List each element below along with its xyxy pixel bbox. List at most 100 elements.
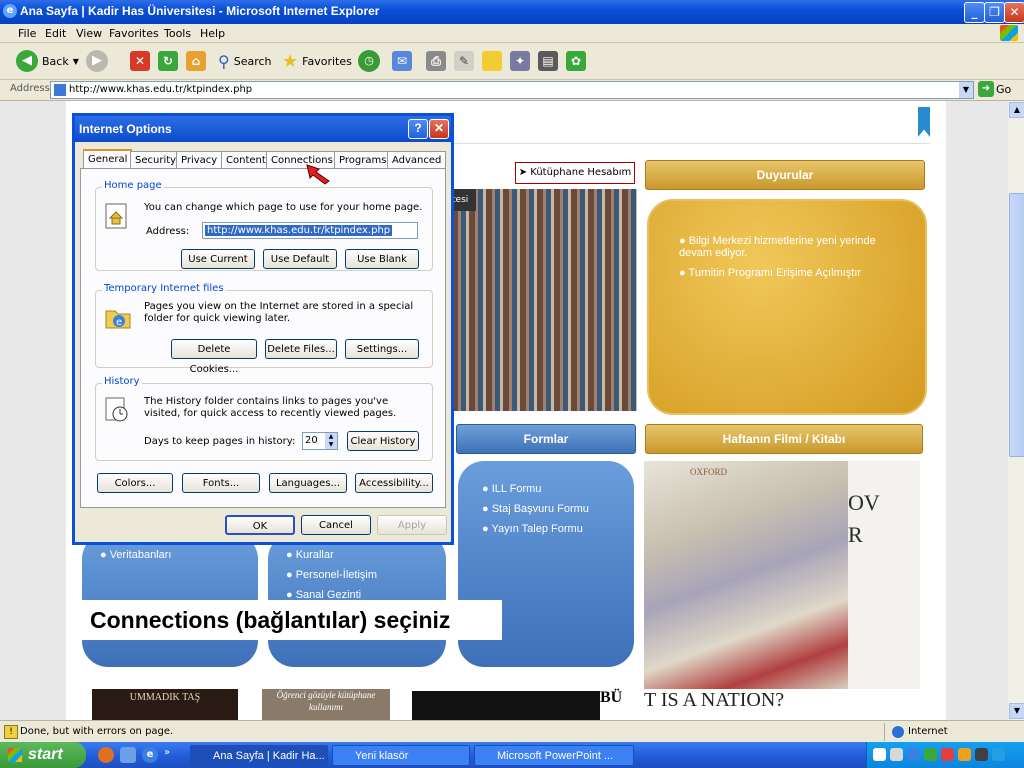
settings-button[interactable]: Settings...	[345, 339, 419, 359]
scroll-thumb[interactable]	[1009, 193, 1024, 457]
search-button[interactable]: ⚲ Search	[218, 49, 272, 73]
start-button[interactable]: start	[0, 742, 86, 768]
book-ogrenci[interactable]: Öğrenci gözüyle kütüphane kullanımı	[262, 689, 390, 720]
apply-button[interactable]: Apply	[377, 515, 447, 535]
home-address-input[interactable]: http://www.khas.edu.tr/ktpindex.php	[202, 222, 418, 239]
search-icon: ⚲	[218, 51, 230, 71]
use-current-button[interactable]: Use Current	[181, 249, 255, 269]
media-button[interactable]: ▤	[538, 49, 558, 73]
refresh-button[interactable]: ↻	[158, 49, 178, 73]
print-button[interactable]: ⎙	[426, 49, 446, 73]
book-ummadik[interactable]: UMMADIK TAŞ	[92, 689, 238, 720]
menu-file[interactable]: File	[18, 27, 36, 40]
form-link-text: Yayın Talep Formu	[491, 523, 583, 535]
go-button[interactable]: ➜ Go	[978, 81, 1011, 97]
desktop-icon[interactable]	[120, 747, 136, 763]
edit-button[interactable]: ✎	[454, 49, 474, 73]
scroll-down-arrow-icon[interactable]: ▼	[1009, 703, 1024, 719]
app-tray-icon[interactable]	[924, 748, 937, 761]
stop-button[interactable]: ✕	[130, 49, 150, 73]
languages-button[interactable]: Languages...	[269, 473, 347, 493]
collapse-tray-icon[interactable]	[907, 748, 920, 761]
delete-files-button[interactable]: Delete Files...	[265, 339, 337, 359]
stepper-arrows-icon[interactable]: ▲ ▼	[325, 433, 337, 449]
menu-favorites[interactable]: Favorites	[109, 27, 159, 40]
clear-history-button[interactable]: Clear History	[347, 431, 419, 451]
menu-view[interactable]: View	[76, 27, 102, 40]
window-title-bar[interactable]: e Ana Sayfa | Kadir Has Üniversitesi - M…	[0, 0, 1024, 24]
address-label: Address	[10, 83, 50, 94]
dialog-title: Internet Options	[79, 122, 172, 136]
favorites-button[interactable]: ★ Favorites	[282, 49, 352, 73]
history-button[interactable]: ◷	[358, 49, 380, 73]
address-dropdown-icon[interactable]: ▼	[959, 82, 973, 98]
minimize-button[interactable]: _	[964, 2, 985, 23]
accessibility-button[interactable]: Accessibility...	[355, 473, 433, 493]
help-button[interactable]: ?	[408, 119, 428, 139]
network-tray-icon[interactable]	[890, 748, 903, 761]
use-default-button[interactable]: Use Default	[263, 249, 337, 269]
home-address-label: Address:	[146, 226, 190, 237]
dialog-title-bar[interactable]: Internet Options ? ✕	[75, 116, 451, 142]
security-tray-icon[interactable]	[941, 748, 954, 761]
announcement-text: Turnitin Programı Erişime Açılmıştır	[688, 267, 862, 279]
cancel-button[interactable]: Cancel	[301, 515, 371, 535]
task-powerpoint[interactable]: Microsoft PowerPoint ...	[474, 745, 634, 766]
display-tray-icon[interactable]	[975, 748, 988, 761]
ok-button[interactable]: OK	[225, 515, 295, 535]
maximize-button[interactable]: ❐	[984, 2, 1005, 23]
ie-quicklaunch-icon[interactable]: e	[142, 747, 158, 763]
use-blank-button[interactable]: Use Blank	[345, 249, 419, 269]
task-ie[interactable]: Ana Sayfa | Kadir Ha...	[190, 745, 328, 766]
tab-content[interactable]: Content	[221, 151, 271, 168]
history-description: The History folder contains links to pag…	[144, 396, 397, 419]
form-link-yayin[interactable]: ● Yayın Talep Formu	[482, 523, 589, 535]
delete-cookies-button[interactable]: Delete Cookies...	[171, 339, 257, 375]
messenger-tray-icon[interactable]	[992, 748, 1005, 761]
mid-link-kurallar[interactable]: ● Kurallar	[286, 549, 377, 561]
task-folder[interactable]: Yeni klasör	[332, 745, 470, 766]
warning-icon[interactable]: !	[4, 725, 18, 739]
scroll-up-arrow-icon[interactable]: ▲	[1009, 102, 1024, 118]
close-button[interactable]: ✕	[1004, 2, 1024, 23]
back-label: Back	[42, 54, 69, 68]
history-days-stepper[interactable]: 20 ▲ ▼	[302, 432, 338, 450]
general-tab-panel: Home page You can change which page to u…	[80, 168, 446, 508]
announcement-item[interactable]: ● Turnitin Programı Erişime Açılmıştır	[679, 267, 899, 279]
mid-link-personel[interactable]: ● Personel-İletişim	[286, 569, 377, 581]
colors-button[interactable]: Colors...	[97, 473, 173, 493]
fonts-button[interactable]: Fonts...	[182, 473, 260, 493]
forward-arrow-icon: ▶	[86, 50, 108, 72]
tab-privacy[interactable]: Privacy	[176, 151, 223, 168]
home-button[interactable]: ⌂	[186, 49, 206, 73]
discuss-button[interactable]	[482, 49, 502, 73]
menu-edit[interactable]: Edit	[45, 27, 66, 40]
tab-security[interactable]: Security	[130, 151, 182, 168]
home-page-group: Home page You can change which page to u…	[95, 180, 433, 271]
mail-button[interactable]: ✉	[392, 49, 412, 73]
menu-help[interactable]: Help	[200, 27, 225, 40]
form-link-staj[interactable]: ● Staj Başvuru Formu	[482, 503, 589, 515]
tab-general[interactable]: General	[83, 149, 133, 169]
firefox-icon[interactable]	[98, 747, 114, 763]
volume-tray-icon[interactable]	[958, 748, 971, 761]
help-tray-icon[interactable]	[873, 748, 886, 761]
research-button[interactable]: ✦	[510, 49, 530, 73]
quick-launch-expand-icon[interactable]: »	[164, 747, 170, 763]
dialog-close-button[interactable]: ✕	[429, 119, 449, 139]
form-link-ill[interactable]: ● ILL Formu	[482, 483, 589, 495]
media-icon: ▤	[538, 51, 558, 71]
back-button[interactable]: ◀ Back ▼	[16, 49, 79, 73]
tab-programs[interactable]: Programs	[334, 151, 392, 168]
home-page-legend: Home page	[102, 180, 164, 191]
forward-button[interactable]: ▶	[86, 49, 108, 73]
book-black-cover[interactable]	[412, 691, 600, 720]
announcement-item[interactable]: ● Bilgi Merkezi hizmetlerine yeni yerind…	[679, 235, 899, 259]
left-link-veritabanlari[interactable]: ● Veritabanları	[100, 549, 171, 561]
messenger-button[interactable]: ✿	[566, 49, 586, 73]
vertical-scrollbar[interactable]: ▲ ▼	[1008, 101, 1024, 720]
menu-tools[interactable]: Tools	[164, 27, 191, 40]
library-account-button[interactable]: ➤ Kütüphane Hesabım	[515, 162, 635, 184]
tab-advanced[interactable]: Advanced	[387, 151, 447, 168]
address-input[interactable]: http://www.khas.edu.tr/ktpindex.php ▼	[50, 81, 974, 99]
